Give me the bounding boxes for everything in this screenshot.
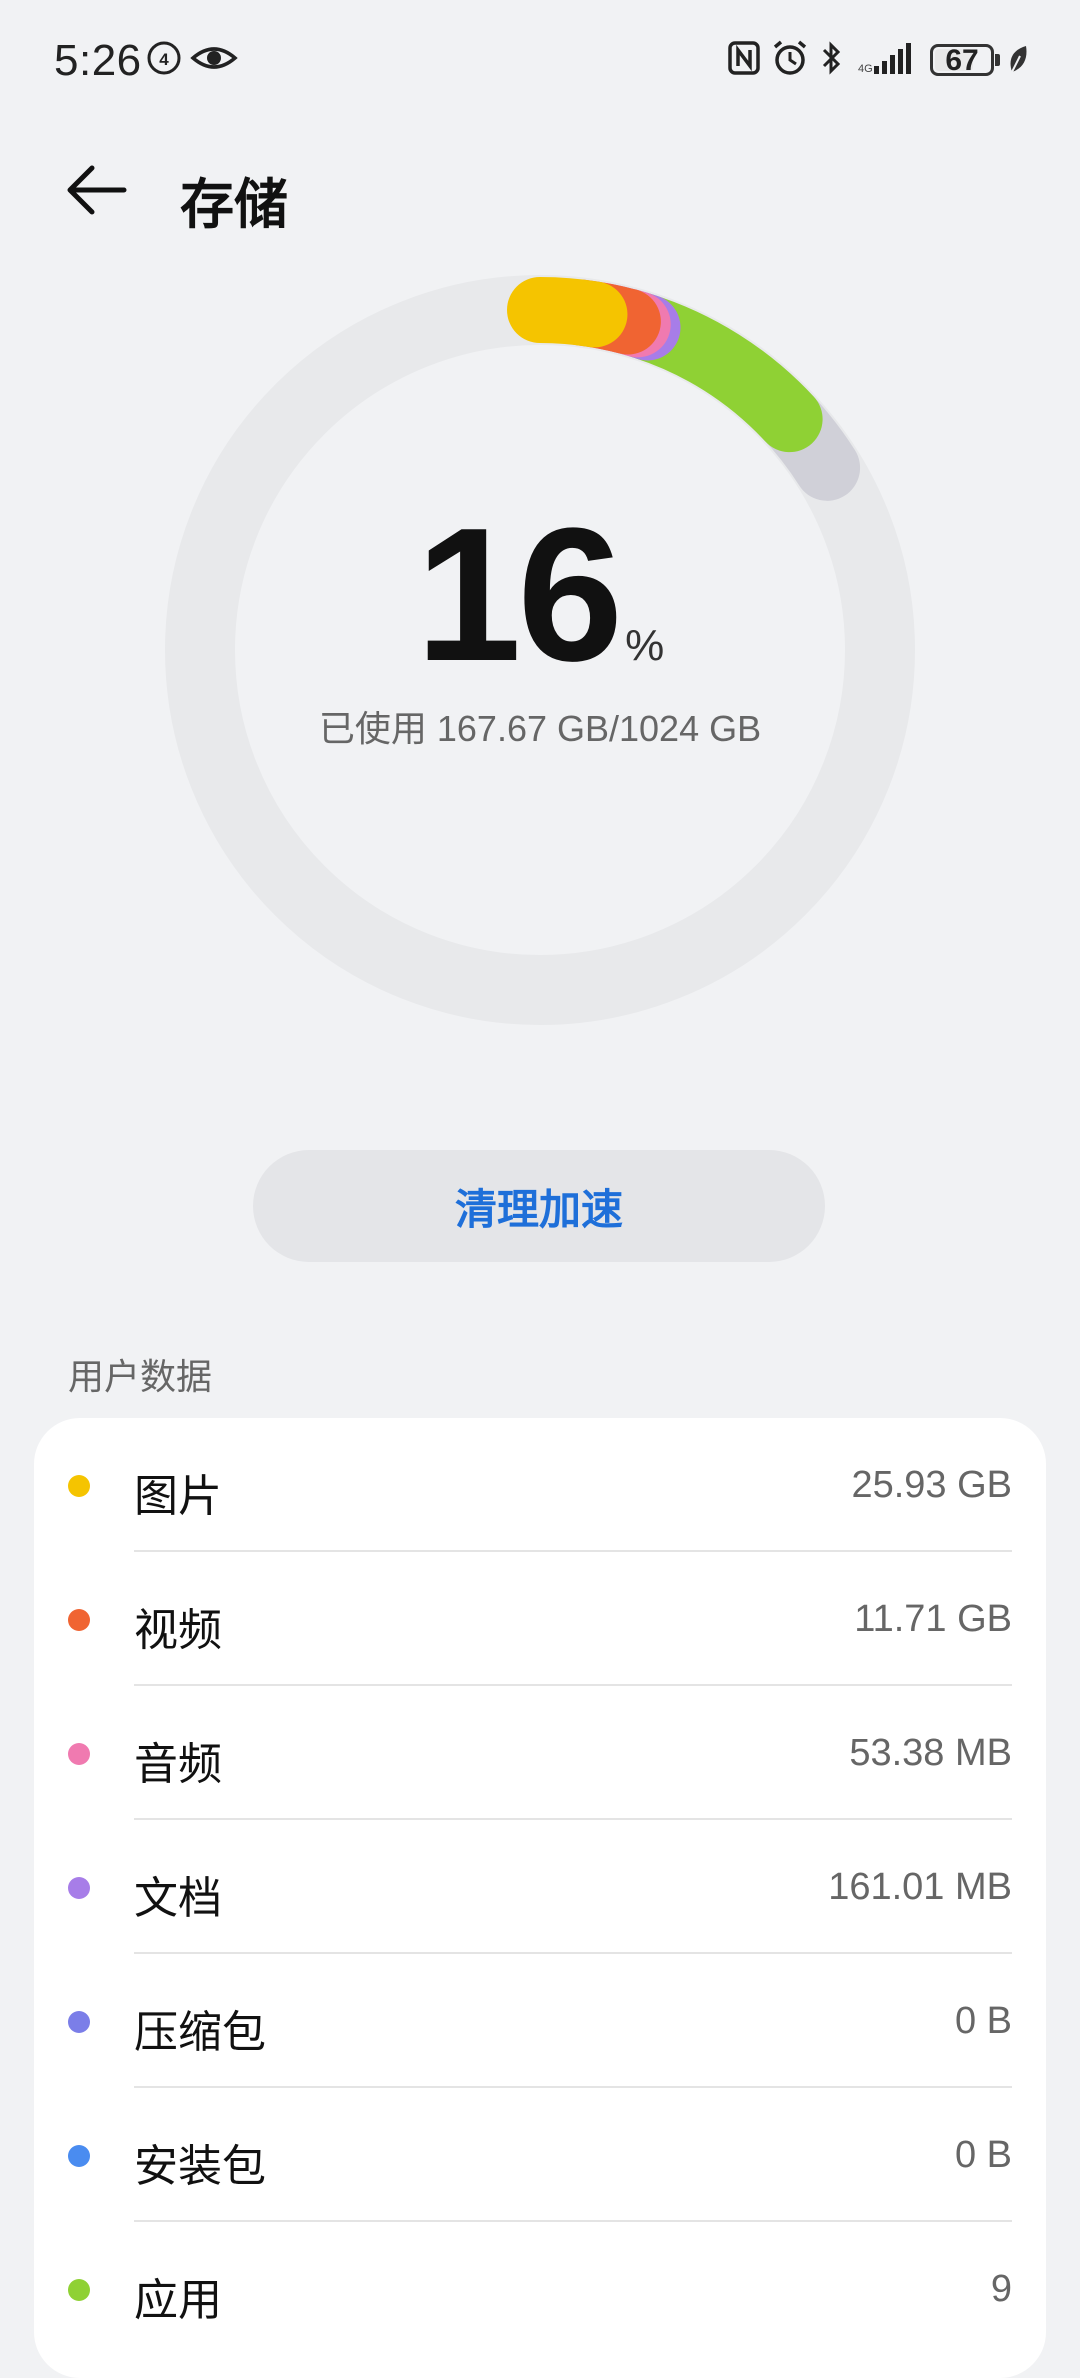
list-item-label: 文档	[134, 1874, 222, 1923]
list-item-value: 161.01 MB	[828, 1866, 1012, 1908]
eye-icon	[190, 47, 238, 69]
list-item-value: 53.38 MB	[849, 1732, 1012, 1774]
category-dot	[68, 2011, 90, 2033]
category-dot	[68, 2279, 90, 2301]
category-dot	[68, 1877, 90, 1899]
status-bar: 5:26 4 4G 67	[0, 0, 1080, 120]
usage-percent-number: 16	[415, 489, 623, 701]
list-item-apps[interactable]: 应用 9	[34, 2222, 1046, 2356]
list-item-label: 图片	[134, 1472, 222, 1521]
list-item-value: 0 B	[954, 2000, 1012, 2042]
list-item-value: 11.71 GB	[854, 1598, 1012, 1640]
list-item-documents[interactable]: 文档 161.01 MB	[34, 1820, 1046, 1954]
battery-tip	[995, 54, 1000, 66]
list-item-label: 安装包	[134, 2142, 266, 2191]
list-item-images[interactable]: 图片 25.93 GB	[34, 1418, 1046, 1552]
usage-percent-unit: %	[625, 621, 665, 670]
svg-text:4G: 4G	[858, 63, 873, 75]
list-item-label: 视频	[134, 1606, 222, 1655]
category-dot	[68, 2145, 90, 2167]
hd-icon: 4	[147, 41, 181, 75]
list-item-label: 应用	[134, 2276, 222, 2325]
list-item-audio[interactable]: 音频 53.38 MB	[34, 1686, 1046, 1820]
svg-text:4: 4	[159, 50, 169, 69]
page-title: 存储	[180, 175, 288, 235]
battery-level: 67	[945, 44, 979, 77]
back-arrow-icon[interactable]	[64, 160, 134, 220]
nfc-icon	[728, 41, 760, 75]
list-item-archives[interactable]: 压缩包 0 B	[34, 1954, 1046, 2088]
clean-accelerate-button[interactable]: 清理加速	[253, 1150, 825, 1262]
ring-segment-images	[507, 277, 628, 348]
alarm-icon	[773, 40, 807, 75]
category-dot	[68, 1609, 90, 1631]
leaf-icon	[1010, 46, 1027, 73]
user-data-card: 图片 25.93 GB 视频 11.71 GB 音频 53.38 MB 文档 1…	[34, 1418, 1046, 2378]
list-item-videos[interactable]: 视频 11.71 GB	[34, 1552, 1046, 1686]
section-title-user-data: 用户数据	[68, 1356, 213, 1397]
usage-detail-text: 已使用 167.67 GB/1024 GB	[318, 708, 762, 749]
list-item-value: 0 B	[954, 2134, 1012, 2176]
status-time: 5:26	[54, 36, 142, 85]
list-item-value: 9	[990, 2268, 1012, 2310]
list-item-label: 音频	[134, 1740, 222, 1789]
bluetooth-icon	[822, 41, 841, 75]
list-item-label: 压缩包	[134, 2008, 266, 2057]
category-dot	[68, 1475, 90, 1497]
signal-icon: 4G	[858, 43, 911, 75]
storage-usage-ring: 16% 已使用 167.67 GB/1024 GB	[160, 270, 920, 1030]
usage-percent: 16%	[160, 500, 920, 690]
battery-icon: 67	[930, 44, 994, 77]
category-dot	[68, 1743, 90, 1765]
list-item-packages[interactable]: 安装包 0 B	[34, 2088, 1046, 2222]
list-item-value: 25.93 GB	[851, 1464, 1012, 1506]
